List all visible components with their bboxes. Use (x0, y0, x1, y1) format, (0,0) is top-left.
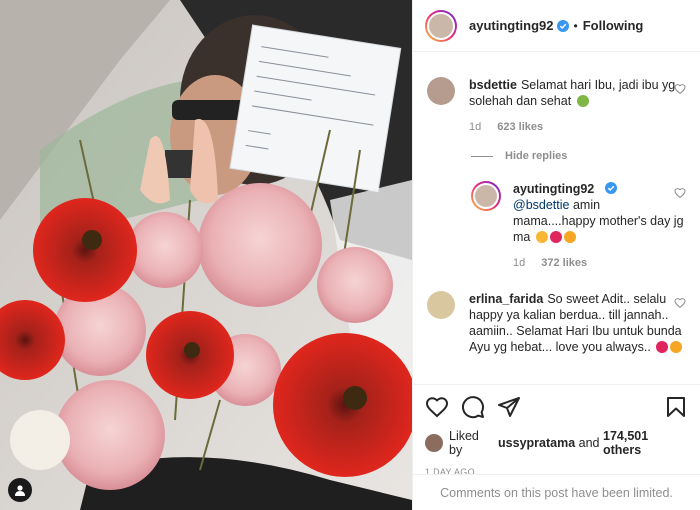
author-avatar[interactable] (425, 9, 457, 42)
likes-summary: Liked by ussypratama and 174,501 others (425, 429, 688, 457)
liker-username[interactable]: ussypratama (498, 436, 575, 450)
author-username[interactable]: ayutingting92 (469, 18, 554, 33)
liker-avatar[interactable] (425, 434, 443, 452)
comments-list: bsdettie Selamat hari Ibu, jadi ibu yg so… (413, 53, 700, 383)
reply-time[interactable]: 1d (513, 255, 525, 271)
user-tag-button[interactable] (8, 478, 32, 502)
red-heart-emoji-icon (656, 341, 669, 353)
flower-emoji-icon (576, 95, 589, 107)
hug-emoji-icon (670, 341, 683, 353)
likes-count[interactable]: 174,501 others (603, 429, 688, 457)
comment-item: bsdettie Selamat hari Ibu, jadi ibu yg so… (427, 77, 686, 135)
comment-like-heart-icon[interactable] (674, 83, 686, 95)
hide-replies-line (471, 155, 493, 157)
reply-mention[interactable]: @bsdettie (513, 198, 569, 212)
user-tag-icon (15, 485, 25, 496)
reply-avatar[interactable] (471, 181, 501, 211)
post-actions: Liked by ussypratama and 174,501 others … (413, 384, 700, 477)
comment-like-heart-icon[interactable] (674, 297, 686, 309)
comment-username[interactable]: erlina_farida (469, 292, 543, 306)
likes-prefix: Liked by (449, 429, 479, 457)
comment-likes[interactable]: 623 likes (497, 119, 543, 135)
reply-likes[interactable]: 372 likes (541, 255, 587, 271)
reply-username[interactable]: ayutingting92 (513, 182, 594, 196)
hide-replies-button[interactable]: Hide replies (471, 150, 567, 162)
flower-bouquet-image (0, 0, 412, 510)
separator-dot: • (573, 18, 578, 33)
likes-middle: and (578, 436, 600, 450)
reply-like-heart-icon[interactable] (674, 187, 686, 199)
post-sidebar: ayutingting92 • Following bsdettie Selama… (412, 0, 700, 510)
commenter-avatar[interactable] (427, 291, 455, 319)
post-header: ayutingting92 • Following (413, 0, 700, 52)
comment-icon[interactable] (461, 395, 485, 419)
smile-emoji-icon (563, 231, 576, 243)
comments-limited-notice: Comments on this post have been limited. (413, 474, 700, 510)
comment-username[interactable]: bsdettie (469, 78, 517, 92)
action-icons-row (425, 395, 688, 419)
heart-eyes-emoji-icon (535, 231, 548, 243)
post-photo[interactable] (0, 0, 412, 510)
heart-icon[interactable] (425, 395, 449, 419)
comment-time[interactable]: 1d (469, 119, 481, 135)
verified-badge-icon (604, 182, 617, 194)
reply-item: ayutingting92 @bsdettie amin mama....hap… (471, 181, 686, 271)
share-icon[interactable] (497, 395, 521, 419)
following-button[interactable]: Following (583, 18, 644, 33)
bookmark-icon[interactable] (664, 395, 688, 419)
comment-item: erlina_farida So sweet Adit.. selalu happ… (427, 291, 686, 355)
hide-replies-label: Hide replies (505, 150, 568, 162)
red-heart-emoji-icon (549, 231, 562, 243)
commenter-avatar[interactable] (427, 77, 455, 105)
verified-badge-icon (556, 19, 569, 32)
